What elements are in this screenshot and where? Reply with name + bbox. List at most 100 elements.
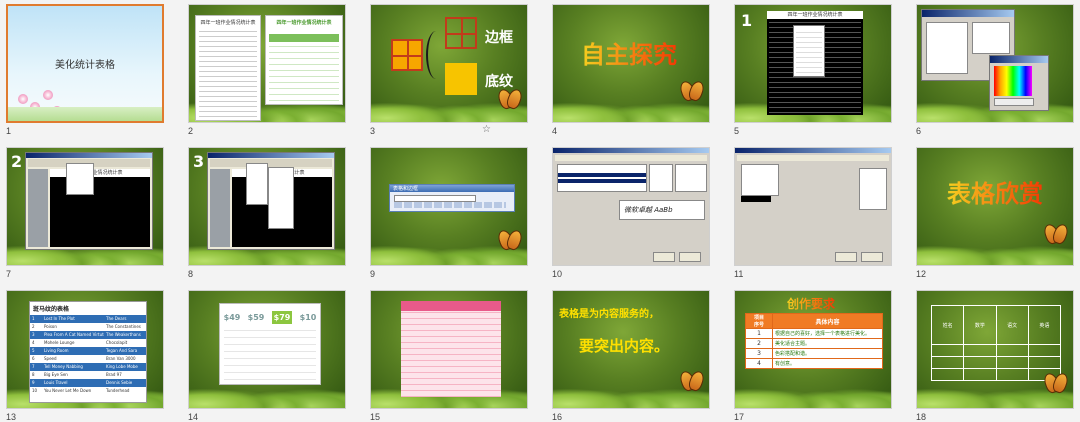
slide-thumb-10[interactable]: 微软卓越 AaBb 10 [546,143,716,279]
plain-table: 姓名 数学 语文 英语 [930,304,1062,381]
excel-window[interactable]: 一班作业情况统计表 [207,152,335,250]
table-cell: Tell Money Nabbing [44,364,83,369]
bordered-square [391,39,423,71]
slide-number: 17 [734,412,745,422]
slide-9[interactable]: 表格和边框 [370,147,528,266]
header-cell: 英语 [1027,304,1062,346]
slide-4[interactable]: 自主探究 [552,4,710,123]
table-title: 斑马纹的表格 [33,306,70,313]
price: $10 [299,312,317,322]
requirements-table: 项目 序号 具体内容 1 根据自己的喜好，选择一个表格进行美化。 2 美化适合主题。 3… [745,313,883,369]
slide-thumb-8[interactable]: 3 一班作业情况统计表 8 [182,143,352,279]
context-menu[interactable] [793,25,825,77]
excel-window[interactable]: 一班作业情况统计表 [25,152,153,250]
slide-3[interactable]: 边框 底纹 [370,4,528,123]
slide-number: 18 [916,412,927,422]
row-text: 有创意。 [772,358,883,369]
slide-number: 10 [552,269,563,279]
slide-17[interactable]: 创作要求 项目 序号 具体内容 1 根据自己的喜好，选择一个表格进行美化。 2 美化适… [734,290,892,409]
table-row: 7 Tell Money Nabbing King Lobe Mobe [30,363,146,371]
ok-button[interactable] [653,252,675,262]
slide-5[interactable]: 1 四年一班作业情况统计表 [734,4,892,123]
slide-thumb-13[interactable]: 斑马纹的表格 1 Lost In The Plot The Dears 2 Poison… [0,286,170,422]
ok-button[interactable] [835,252,857,262]
butterfly-icon [499,89,521,111]
slide-thumb-1[interactable]: 美化统计表格 1 [0,0,170,136]
slide-thumb-5[interactable]: 1 四年一班作业情况统计表 5 [728,0,898,136]
table-cell: You Never Let Me Down [44,388,92,393]
leaves [735,368,891,408]
slide-16[interactable]: 表格是为内容服务的， 要突出内容。 [552,290,710,409]
table-cell: 7 [32,364,35,369]
toolbar-buttons[interactable] [394,202,506,208]
slide-thumb-15[interactable]: 15 [364,286,534,422]
table-row: 3 Plea From A Cat Named Virtute The Weaker… [30,331,146,339]
slide-8[interactable]: 3 一班作业情况统计表 [188,147,346,266]
dialog-tabs[interactable] [737,155,889,161]
table-row: 1 根据自己的喜好，选择一个表格进行美化。 [745,328,883,339]
slide-thumb-2[interactable]: 四年一班作业情况统计表 四年一班作业情况统计表 2 [182,0,352,136]
border-preview [859,168,887,210]
req-rows: 1 根据自己的喜好，选择一个表格进行美化。 2 美化适合主题。 3 色彩搭配和谐。 4 有创意… [745,328,883,369]
slide-2[interactable]: 四年一班作业情况统计表 四年一班作业情况统计表 [188,4,346,123]
menu-dropdown[interactable] [246,163,268,205]
butterfly-icon [1045,224,1067,246]
slide-thumb-17[interactable]: 创作要求 项目 序号 具体内容 1 根据自己的喜好，选择一个表格进行美化。 2 美化适… [728,286,898,422]
slide-thumb-16[interactable]: 表格是为内容服务的， 要突出内容。 16 [546,286,716,422]
pink-table [401,311,501,397]
slide-thumb-7[interactable]: 2 一班作业情况统计表 7 [0,143,170,279]
cancel-button[interactable] [861,252,883,262]
slide-15[interactable] [370,290,528,409]
slide-10[interactable]: 微软卓越 AaBb [552,147,710,266]
table-cell: Louis Travel [44,380,68,385]
submenu[interactable] [268,167,294,229]
row-text: 美化适合主题。 [772,338,883,349]
slide-7[interactable]: 2 一班作业情况统计表 [6,147,164,266]
table-cell: The Constantines [106,324,141,329]
menu-dropdown[interactable] [66,163,94,195]
slide-number: 3 [370,126,376,136]
table-cell: 5 [32,348,35,353]
slide-thumb-9[interactable]: 表格和边框 9 [364,143,534,279]
slide-number: 7 [6,269,12,279]
slide-number: 16 [552,412,563,422]
table-row: 2 Poison The Constantines [30,323,146,331]
color-select[interactable] [741,196,771,202]
table-row: 4 Mohele Lounge Chocolapit [30,339,146,347]
slide-number: 15 [370,412,381,422]
borders-toolbar[interactable]: 表格和边框 [389,184,515,212]
slide-18[interactable]: 姓名 数学 语文 英语 [916,290,1074,409]
toolbar-title: 表格和边框 [390,185,514,192]
slide-6[interactable] [916,4,1074,123]
slide-13[interactable]: 斑马纹的表格 1 Lost In The Plot The Dears 2 Poison… [6,290,164,409]
slide-heading: 创作要求 [787,297,836,311]
line-style-list[interactable] [741,164,779,196]
slide-thumb-18[interactable]: 姓名 数学 语文 英语 18 [910,286,1080,422]
line-style-select[interactable] [394,195,476,202]
slide-thumb-6[interactable]: 6 [910,0,1080,136]
header-cell: 数学 [963,304,997,346]
font-list[interactable] [557,164,647,192]
slide-thumb-11[interactable]: 11 [728,143,898,279]
slide-thumb-4[interactable]: 自主探究 4 [546,0,716,136]
cancel-button[interactable] [679,252,701,262]
header-cell: 语文 [995,304,1029,346]
slide-1[interactable]: 美化统计表格 [6,4,164,123]
style-list[interactable] [649,164,673,192]
slide-11[interactable] [734,147,892,266]
table-cell: Mohele Lounge [44,340,75,345]
price: $59 [247,312,265,322]
star-icon[interactable]: ☆ [482,124,491,135]
color-dialog[interactable] [989,55,1049,111]
slide-12[interactable]: 表格欣赏 [916,147,1074,266]
slide-14[interactable]: $49 $59 $79 $10 [188,290,346,409]
shade-only-square [445,63,477,95]
size-list[interactable] [675,164,707,192]
slide-thumb-3[interactable]: 边框 底纹 3 ☆ [364,0,534,136]
doc-title: 四年一班作业情况统计表 [200,20,256,26]
price-featured: $79 [271,310,293,324]
slide-thumb-14[interactable]: $49 $59 $79 $10 14 [182,286,352,422]
dialog-tabs[interactable] [555,155,707,161]
slide-thumb-12[interactable]: 表格欣赏 12 [910,143,1080,279]
table-row: 8 Big Eye Sen Brad 97 [30,371,146,379]
